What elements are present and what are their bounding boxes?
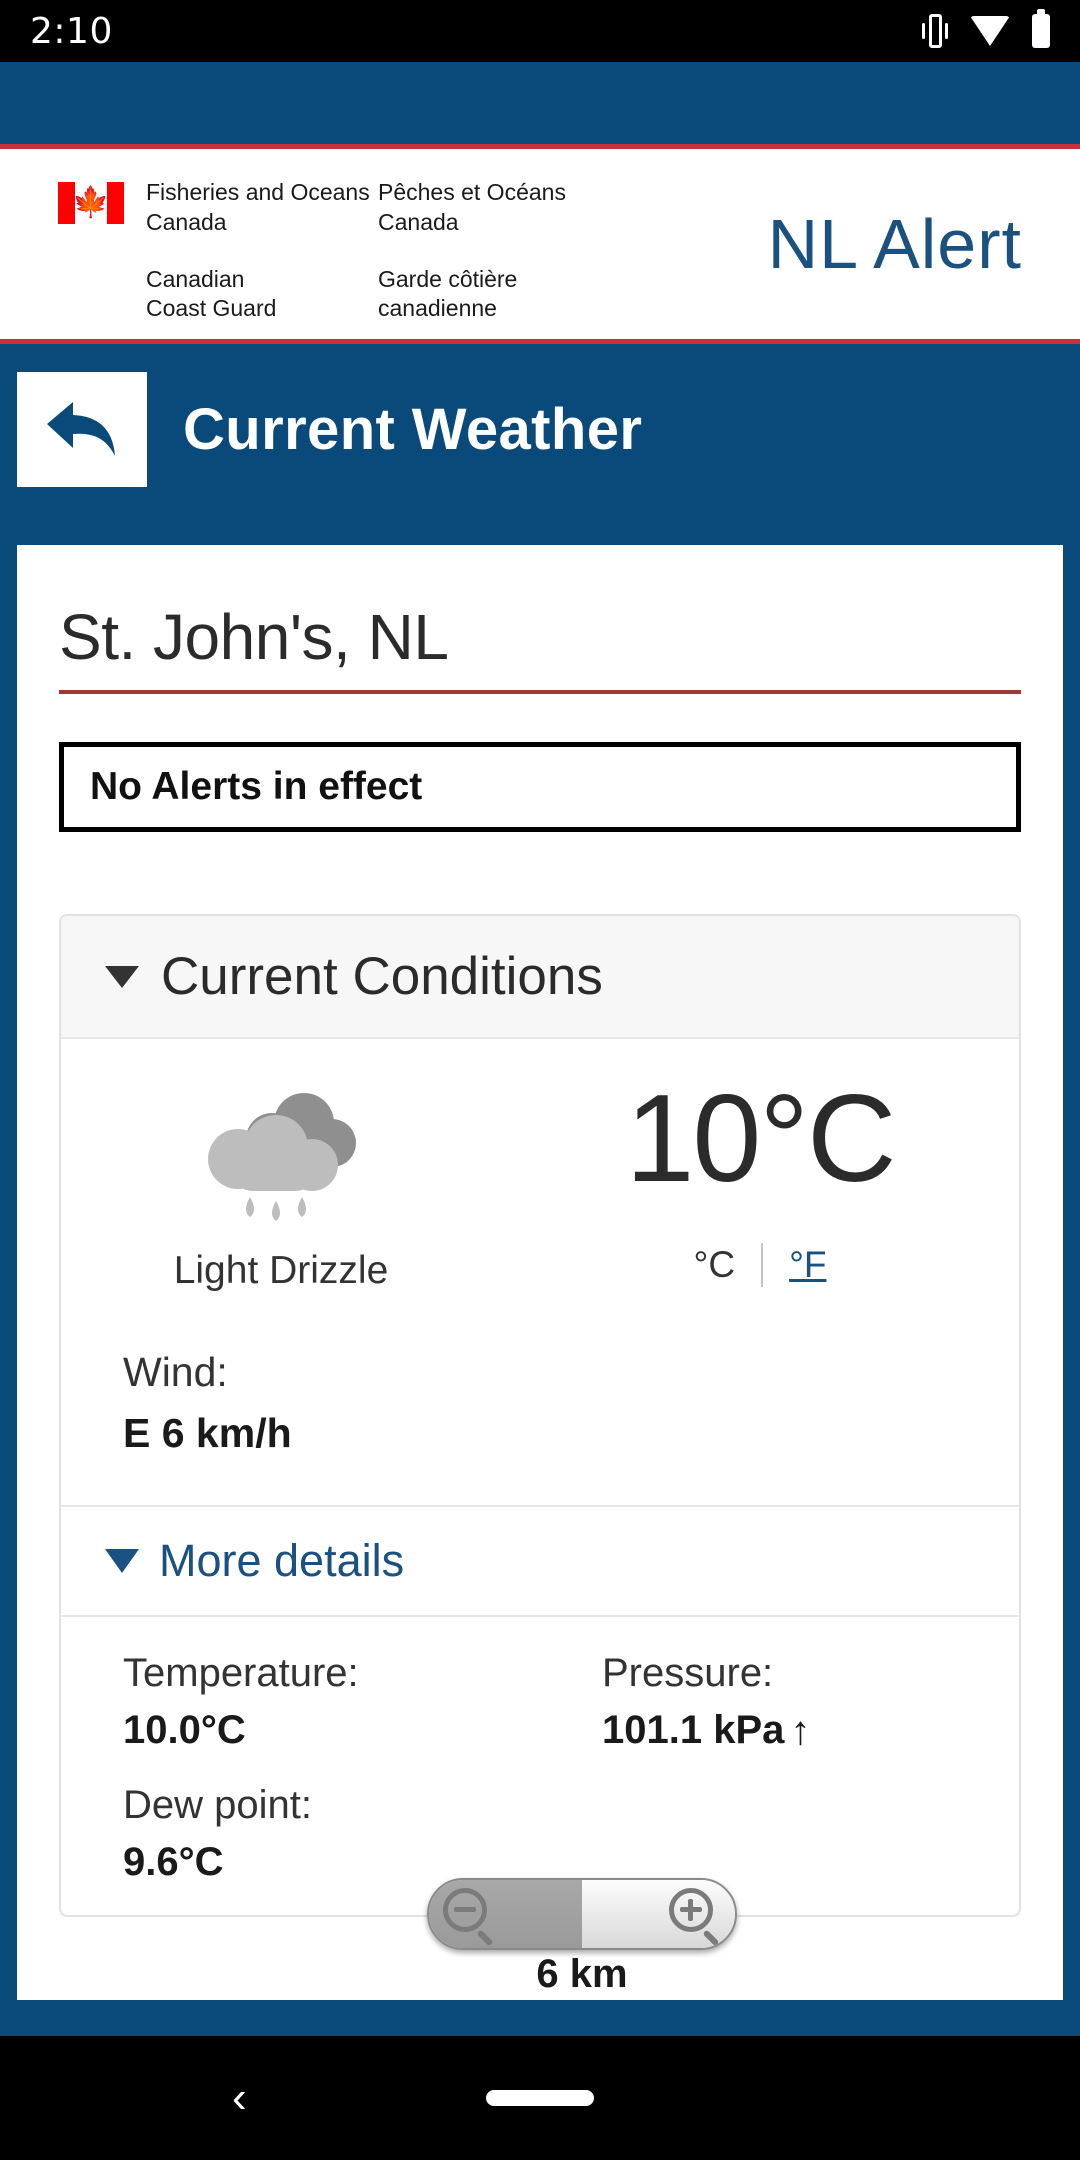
page-header: Current Weather — [0, 349, 1080, 509]
current-conditions-title: Current Conditions — [161, 947, 603, 1006]
wind-block: Wind: E 6 km/h — [61, 1293, 1019, 1457]
detail-label: Temperature: — [123, 1651, 359, 1695]
condition-summary: Light Drizzle — [61, 1071, 501, 1293]
app-logo: NL Alert — [767, 205, 1022, 283]
alerts-banner[interactable]: No Alerts in effect — [59, 742, 1021, 832]
coastguard-fr-1: Garde côtière — [378, 266, 518, 292]
pressure-rising-icon: ↑ — [790, 1708, 811, 1753]
page-title: Current Weather — [183, 396, 643, 462]
detail-temperature: Temperature: 10.0°C — [61, 1651, 540, 1783]
current-conditions-panel: Current Conditions Light Drizzle 10°C °C… — [59, 914, 1021, 1917]
current-conditions-body: Light Drizzle 10°C °C °F — [61, 1039, 1019, 1293]
dept-country-en: Canada — [146, 208, 227, 235]
app-window: 2:10 🍁 Fisheries and Oceans Canada Canad… — [0, 0, 1080, 2160]
location-name: St. John's, NL — [59, 601, 449, 673]
dept-name-fr: Pêches et Océans — [378, 179, 566, 206]
detail-value: 9.6°C — [123, 1840, 224, 1884]
unit-separator — [761, 1243, 764, 1287]
system-navigation-bar: ‹ — [0, 2036, 1080, 2160]
unit-toggle[interactable]: °C °F — [694, 1243, 826, 1287]
goc-french-column: Pêches et Océans Canada Garde côtière ca… — [378, 178, 610, 324]
coastguard-fr-2: canadienne — [378, 295, 497, 322]
dept-name-en: Fisheries and Oceans — [146, 179, 370, 206]
alerts-message: No Alerts in effect — [90, 765, 423, 808]
detail-value: 101.1 kPa — [602, 1708, 785, 1752]
current-conditions-header[interactable]: Current Conditions — [61, 916, 1019, 1039]
temperature-block: 10°C °C °F — [501, 1071, 1019, 1287]
caret-down-icon — [105, 1549, 139, 1573]
nav-back-icon[interactable]: ‹ — [232, 2076, 247, 2120]
content-card: St. John's, NL No Alerts in effect Curre… — [17, 545, 1063, 2001]
goc-wordmark: Fisheries and Oceans Canada Canadian Coa… — [146, 178, 610, 324]
zoom-out-button[interactable] — [429, 1880, 582, 1948]
unit-celsius-option[interactable]: °C — [694, 1244, 736, 1286]
detail-label: Pressure: — [602, 1651, 774, 1695]
more-details-label: More details — [159, 1535, 405, 1586]
dept-country-fr: Canada — [378, 208, 459, 235]
zoom-in-button[interactable] — [582, 1880, 735, 1948]
detail-value-row: 10.0°C — [123, 1708, 540, 1753]
wifi-icon — [970, 16, 1010, 46]
detail-value-row: 101.1 kPa ↑ — [602, 1708, 1019, 1753]
canada-flag-icon: 🍁 — [58, 182, 124, 225]
zoom-control[interactable] — [427, 1878, 737, 1950]
wind-value: E 6 km/h — [123, 1410, 292, 1456]
nav-home-pill[interactable] — [486, 2090, 594, 2106]
detail-value: 10.0°C — [123, 1708, 246, 1752]
back-arrow-icon — [47, 402, 115, 456]
goc-signature-band: 🍁 Fisheries and Oceans Canada Canadian C… — [0, 144, 1080, 344]
caret-down-icon — [105, 965, 139, 988]
drizzle-cloud-icon — [176, 1085, 386, 1235]
detail-pressure: Pressure: 101.1 kPa ↑ — [540, 1651, 1019, 1783]
header-spacer — [0, 62, 1080, 144]
status-bar: 2:10 — [0, 0, 1080, 62]
visibility-value: 6 km — [536, 1952, 628, 1996]
location-divider — [59, 690, 1021, 694]
coastguard-en-2: Coast Guard — [146, 295, 277, 322]
vibrate-icon — [922, 14, 948, 48]
goc-logo: 🍁 Fisheries and Oceans Canada Canadian C… — [0, 164, 610, 324]
condition-description: Light Drizzle — [173, 1249, 389, 1292]
back-button[interactable] — [17, 371, 147, 487]
current-temperature: 10°C — [625, 1070, 896, 1208]
status-icon-group — [922, 9, 1050, 48]
battery-icon — [1032, 9, 1050, 48]
goc-english-column: Fisheries and Oceans Canada Canadian Coa… — [146, 178, 378, 324]
detail-label: Dew point: — [123, 1783, 312, 1827]
wind-label: Wind: — [123, 1349, 228, 1395]
magnifier-plus-icon — [669, 1888, 721, 1947]
unit-fahrenheit-option[interactable]: °F — [789, 1244, 826, 1286]
coastguard-en-1: Canadian — [146, 266, 245, 292]
magnifier-minus-icon — [443, 1888, 495, 1947]
details-grid: Temperature: 10.0°C Pressure: 101.1 kPa … — [61, 1615, 1019, 1915]
status-time: 2:10 — [30, 10, 113, 52]
more-details-toggle[interactable]: More details — [61, 1505, 1019, 1615]
bottom-blue-strip — [0, 2000, 1080, 2036]
